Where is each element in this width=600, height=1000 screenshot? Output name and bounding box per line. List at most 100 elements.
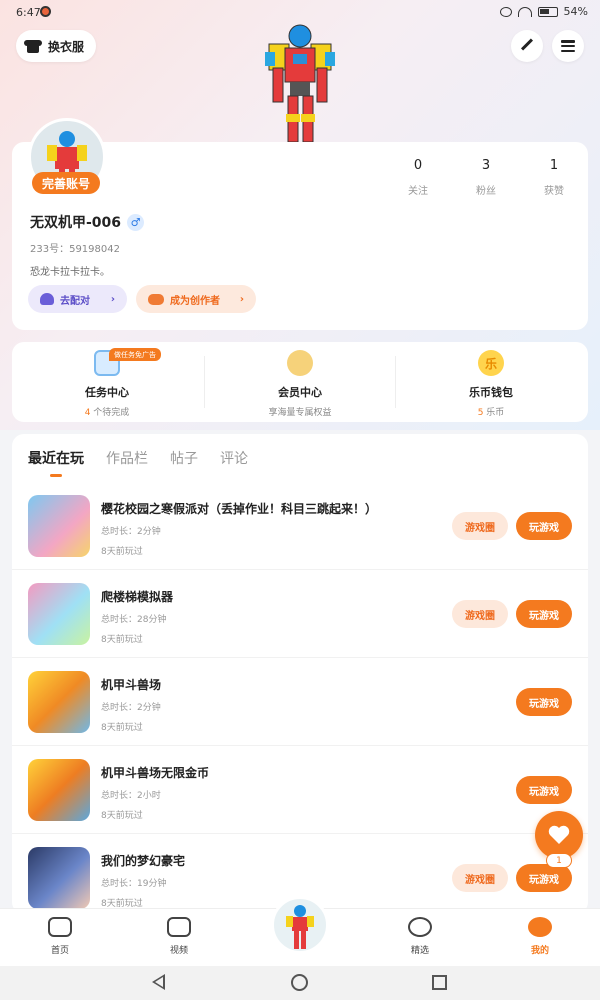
game-last-played: 8天前玩过 xyxy=(101,723,143,733)
game-row[interactable]: 樱花校园之寒假派对（丢掉作业！科目三跳起来！） 总时长：2分钟 8天前玩过 游戏… xyxy=(12,482,588,570)
nav-featured[interactable]: 精选 xyxy=(390,917,450,956)
tab-comments[interactable]: 评论 xyxy=(220,448,248,468)
game-duration: 总时长：19分钟 xyxy=(101,879,167,889)
battery-level: 54% xyxy=(563,5,588,18)
tab-works[interactable]: 作品栏 xyxy=(106,448,148,468)
play-icon xyxy=(167,917,191,937)
hamburger-icon xyxy=(561,40,575,52)
game-thumbnail[interactable] xyxy=(28,495,90,557)
gamepad-icon xyxy=(148,293,164,305)
nav-video[interactable]: 视频 xyxy=(149,917,209,956)
game-thumbnail[interactable] xyxy=(28,759,90,821)
favorites-count-badge: 1 xyxy=(546,853,572,868)
pair-button[interactable]: 去配对 › xyxy=(28,285,127,313)
game-thumbnail[interactable] xyxy=(28,671,90,733)
crown-icon xyxy=(287,350,313,376)
game-thumbnail[interactable] xyxy=(28,847,90,909)
game-duration: 总时长：2分钟 xyxy=(101,703,161,713)
quick-entries-card: 任务中心 4 个待完成 会员中心 享海量专属权益 乐 乐币钱包 5 乐币 xyxy=(12,342,588,422)
game-duration: 总时长：2小时 xyxy=(101,791,161,801)
coin-icon: 乐 xyxy=(478,350,504,376)
status-time: 6:47 xyxy=(16,6,41,19)
stat-likes[interactable]: 1 获赞 xyxy=(520,158,588,197)
game-duration: 总时长：28分钟 xyxy=(101,615,167,625)
stat-label: 获赞 xyxy=(544,186,564,197)
stat-label: 粉丝 xyxy=(476,186,496,197)
nav-featured-label: 精选 xyxy=(410,946,429,956)
battery-icon xyxy=(537,6,558,17)
stat-value: 0 xyxy=(413,158,423,173)
gamepad-icon xyxy=(48,917,72,937)
gender-male-icon: ♂ xyxy=(127,213,145,231)
stat-followers[interactable]: 3 粉丝 xyxy=(452,158,520,197)
task-center-subtitle: 4 个待完成 xyxy=(84,408,130,418)
play-game-button[interactable]: 玩游戏 xyxy=(516,688,572,716)
stat-value: 3 xyxy=(481,158,491,173)
back-icon[interactable] xyxy=(152,974,165,990)
menu-button[interactable] xyxy=(552,30,584,62)
heart-icon xyxy=(548,825,570,844)
play-game-button[interactable]: 玩游戏 xyxy=(516,864,572,892)
eye-icon xyxy=(499,6,512,17)
favorites-fab[interactable] xyxy=(535,811,583,859)
game-row[interactable]: 机甲斗兽场无限金币 总时长：2小时 8天前玩过 玩游戏 xyxy=(12,746,588,834)
nav-home[interactable]: 首页 xyxy=(30,917,90,956)
complete-account-badge[interactable]: 完善账号 xyxy=(32,172,101,194)
game-row[interactable]: 机甲斗兽场 总时长：2分钟 8天前玩过 玩游戏 xyxy=(12,658,588,746)
coin-wallet-title: 乐币钱包 xyxy=(469,386,513,399)
vip-center-title: 会员中心 xyxy=(278,386,322,399)
vip-center-subtitle: 享海量专属权益 xyxy=(268,408,332,418)
task-center-title: 任务中心 xyxy=(85,386,129,399)
game-last-played: 8天前玩过 xyxy=(101,635,143,645)
username: 无双机甲-006 xyxy=(30,215,122,231)
game-last-played: 8天前玩过 xyxy=(101,811,143,821)
game-duration: 总时长：2分钟 xyxy=(101,527,161,537)
nav-home-label: 首页 xyxy=(50,946,69,956)
creator-label: 成为创作者 xyxy=(170,295,220,307)
chevron-right-icon: › xyxy=(110,293,115,305)
shirt-icon xyxy=(24,38,42,54)
content-tabs: 最近在玩 作品栏 帖子 评论 xyxy=(28,448,248,477)
stat-value: 1 xyxy=(549,158,559,173)
tab-posts[interactable]: 帖子 xyxy=(170,448,198,468)
content-list-card: 最近在玩 作品栏 帖子 评论 樱花校园之寒假派对（丢掉作业！科目三跳起来！） 总… xyxy=(12,434,588,914)
home-icon[interactable] xyxy=(291,974,308,991)
task-center-entry[interactable]: 任务中心 4 个待完成 xyxy=(12,342,202,422)
change-outfit-button[interactable]: 换衣服 xyxy=(16,30,97,62)
game-circle-button[interactable]: 游戏圈 xyxy=(452,864,508,892)
notification-icon xyxy=(40,6,51,17)
game-thumbnail[interactable] xyxy=(28,583,90,645)
game-row[interactable]: 爬楼梯模拟器 总时长：28分钟 8天前玩过 游戏圈 玩游戏 xyxy=(12,570,588,658)
ad-free-tag: 做任务免广告 xyxy=(109,348,161,361)
profile-stats: 0 关注 3 粉丝 1 获赞 xyxy=(384,158,588,197)
nav-video-label: 视频 xyxy=(169,946,188,956)
become-creator-button[interactable]: 成为创作者 › xyxy=(136,285,256,313)
play-game-button[interactable]: 玩游戏 xyxy=(516,600,572,628)
game-circle-button[interactable]: 游戏圈 xyxy=(452,512,508,540)
game-title: 机甲斗兽场 xyxy=(101,678,162,692)
robot-avatar-figure[interactable] xyxy=(255,22,345,144)
coin-wallet-subtitle: 5 乐币 xyxy=(477,408,505,418)
change-outfit-label: 换衣服 xyxy=(48,39,85,54)
pencil-icon xyxy=(520,37,534,51)
vip-center-entry[interactable]: 会员中心 享海量专属权益 xyxy=(205,342,395,422)
play-game-button[interactable]: 玩游戏 xyxy=(516,512,572,540)
game-circle-button[interactable]: 游戏圈 xyxy=(452,600,508,628)
coin-wallet-entry[interactable]: 乐 乐币钱包 5 乐币 xyxy=(396,342,586,422)
system-navigation-bar xyxy=(0,966,600,1000)
user-bio: 恐龙卡拉卡拉卡。 xyxy=(30,267,110,278)
nav-mine-label: 我的 xyxy=(530,946,549,956)
username-row: 无双机甲-006 ♂ xyxy=(30,212,145,232)
nav-mine[interactable]: 我的 xyxy=(510,917,570,956)
wifi-icon xyxy=(517,6,532,17)
game-title: 机甲斗兽场无限金币 xyxy=(101,766,210,780)
play-game-button[interactable]: 玩游戏 xyxy=(516,776,572,804)
nav-center-avatar[interactable] xyxy=(271,896,329,954)
tab-recently-played[interactable]: 最近在玩 xyxy=(28,448,84,477)
edit-profile-button[interactable] xyxy=(511,30,543,62)
stat-following[interactable]: 0 关注 xyxy=(384,158,452,197)
game-title: 我们的梦幻豪宅 xyxy=(101,854,186,868)
recent-apps-icon[interactable] xyxy=(432,975,447,990)
face-icon xyxy=(528,917,552,937)
pair-label: 去配对 xyxy=(60,295,90,307)
